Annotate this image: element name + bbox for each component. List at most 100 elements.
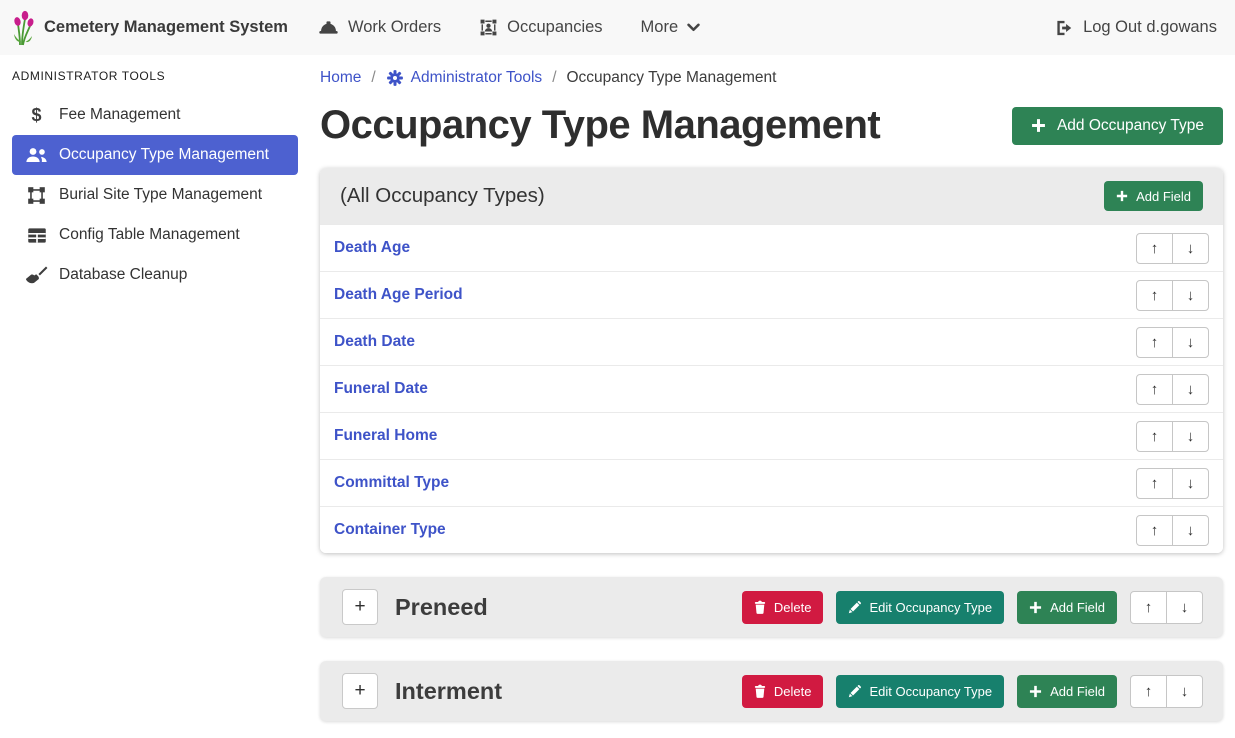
field-link-committal-type[interactable]: Committal Type	[334, 474, 449, 492]
field-link-death-date[interactable]: Death Date	[334, 333, 415, 351]
logout-label: Log Out d.gowans	[1083, 18, 1217, 37]
reorder-controls: ↑ ↓	[1130, 675, 1203, 708]
nav-item-occupancies[interactable]: Occupancies	[479, 18, 602, 37]
add-field-button[interactable]: Add Field	[1017, 675, 1117, 708]
vector-square-icon	[25, 186, 48, 205]
breadcrumb-label: Home	[320, 69, 361, 87]
pencil-icon	[848, 601, 861, 614]
sidebar-item-label: Burial Site Type Management	[59, 186, 262, 204]
reorder-controls: ↑ ↓	[1136, 421, 1209, 452]
reorder-controls: ↑ ↓	[1136, 327, 1209, 358]
edit-occupancy-type-button[interactable]: Edit Occupancy Type	[836, 675, 1004, 708]
section-actions: Delete Edit Occupancy Type Add	[742, 591, 1203, 624]
all-occupancy-types-card: (All Occupancy Types) Add Field Death Ag…	[320, 168, 1223, 553]
breadcrumb-label: Administrator Tools	[411, 69, 543, 87]
sidebar-item-burial-site-type-management[interactable]: Burial Site Type Management	[12, 175, 298, 215]
move-up-icon[interactable]: ↑	[1130, 591, 1167, 624]
add-field-button[interactable]: Add Field	[1017, 591, 1117, 624]
app-brand[interactable]: Cemetery Management System	[10, 10, 288, 46]
navbar-menu: Work Orders Occupancies More	[318, 18, 700, 37]
tulip-logo-icon	[10, 10, 36, 46]
move-down-icon[interactable]: ↓	[1172, 327, 1209, 358]
chevron-down-icon	[687, 23, 700, 32]
breadcrumb-home-link[interactable]: Home	[320, 69, 361, 87]
page-title: Occupancy Type Management	[320, 103, 880, 148]
occupancy-type-section-preneed: + Preneed Delete	[320, 577, 1223, 637]
move-up-icon[interactable]: ↑	[1136, 280, 1173, 311]
plus-icon	[1031, 118, 1046, 133]
move-down-icon[interactable]: ↓	[1172, 468, 1209, 499]
field-row: Committal Type ↑ ↓	[320, 459, 1223, 506]
delete-label: Delete	[774, 684, 812, 699]
reorder-controls: ↑ ↓	[1136, 280, 1209, 311]
add-field-button[interactable]: Add Field	[1104, 181, 1203, 211]
move-up-icon[interactable]: ↑	[1136, 468, 1173, 499]
breadcrumb-administrator-tools-link[interactable]: Administrator Tools	[386, 69, 543, 87]
breadcrumb-separator: /	[552, 69, 556, 87]
sidebar-item-fee-management[interactable]: $ Fee Management	[12, 95, 298, 135]
table-icon	[25, 227, 48, 244]
reorder-controls: ↑ ↓	[1136, 233, 1209, 264]
move-down-icon[interactable]: ↓	[1172, 233, 1209, 264]
field-row: Container Type ↑ ↓	[320, 506, 1223, 553]
field-link-death-age-period[interactable]: Death Age Period	[334, 286, 463, 304]
move-down-icon[interactable]: ↓	[1172, 374, 1209, 405]
trash-icon	[754, 600, 766, 614]
breadcrumb-separator: /	[371, 69, 375, 87]
expand-button[interactable]: +	[342, 589, 378, 625]
broom-icon	[25, 266, 48, 284]
reorder-controls: ↑ ↓	[1136, 468, 1209, 499]
move-down-icon[interactable]: ↓	[1166, 675, 1203, 708]
sidebar-item-label: Database Cleanup	[59, 266, 187, 284]
reorder-controls: ↑ ↓	[1130, 591, 1203, 624]
reorder-controls: ↑ ↓	[1136, 374, 1209, 405]
delete-label: Delete	[774, 600, 812, 615]
nav-item-label: Occupancies	[507, 18, 602, 37]
edit-occupancy-type-button[interactable]: Edit Occupancy Type	[836, 591, 1004, 624]
add-field-label: Add Field	[1050, 600, 1105, 615]
field-link-death-age[interactable]: Death Age	[334, 239, 410, 257]
nav-item-more[interactable]: More	[641, 18, 701, 37]
pencil-icon	[848, 685, 861, 698]
expand-button[interactable]: +	[342, 673, 378, 709]
sidebar-item-config-table-management[interactable]: Config Table Management	[12, 215, 298, 255]
delete-button[interactable]: Delete	[742, 591, 824, 624]
move-down-icon[interactable]: ↓	[1166, 591, 1203, 624]
move-down-icon[interactable]: ↓	[1172, 515, 1209, 546]
field-row: Funeral Date ↑ ↓	[320, 365, 1223, 412]
plus-icon	[1029, 601, 1042, 614]
sidebar-item-label: Occupancy Type Management	[59, 146, 269, 164]
sidebar-item-label: Config Table Management	[59, 226, 240, 244]
move-up-icon[interactable]: ↑	[1136, 233, 1173, 264]
field-link-container-type[interactable]: Container Type	[334, 521, 446, 539]
move-down-icon[interactable]: ↓	[1172, 280, 1209, 311]
add-field-label: Add Field	[1050, 684, 1105, 699]
move-up-icon[interactable]: ↑	[1136, 421, 1173, 452]
sidebar-item-label: Fee Management	[59, 106, 181, 124]
occupancy-type-section-interment: + Interment Delete	[320, 661, 1223, 721]
breadcrumb-current: Occupancy Type Management	[567, 69, 777, 87]
sidebar: ADMINISTRATOR TOOLS $ Fee Management Occ…	[0, 55, 310, 738]
add-occupancy-type-button[interactable]: Add Occupancy Type	[1012, 107, 1223, 145]
field-link-funeral-home[interactable]: Funeral Home	[334, 427, 437, 445]
edit-occupancy-type-label: Edit Occupancy Type	[869, 684, 992, 699]
move-up-icon[interactable]: ↑	[1136, 515, 1173, 546]
move-down-icon[interactable]: ↓	[1172, 421, 1209, 452]
sidebar-item-occupancy-type-management[interactable]: Occupancy Type Management	[12, 135, 298, 175]
edit-occupancy-type-label: Edit Occupancy Type	[869, 600, 992, 615]
sidebar-item-database-cleanup[interactable]: Database Cleanup	[12, 255, 298, 295]
gear-icon	[386, 69, 404, 87]
occupancy-type-title: Interment	[395, 678, 502, 705]
delete-button[interactable]: Delete	[742, 675, 824, 708]
move-up-icon[interactable]: ↑	[1130, 675, 1167, 708]
field-link-funeral-date[interactable]: Funeral Date	[334, 380, 428, 398]
move-up-icon[interactable]: ↑	[1136, 327, 1173, 358]
add-field-label: Add Field	[1136, 189, 1191, 204]
sidebar-heading: ADMINISTRATOR TOOLS	[0, 67, 310, 95]
logout-button[interactable]: Log Out d.gowans	[1055, 18, 1217, 37]
top-navbar: Cemetery Management System Work Orders	[0, 0, 1235, 55]
section-actions: Delete Edit Occupancy Type Add	[742, 675, 1203, 708]
hard-hat-icon	[318, 19, 339, 36]
move-up-icon[interactable]: ↑	[1136, 374, 1173, 405]
nav-item-work-orders[interactable]: Work Orders	[318, 18, 441, 37]
